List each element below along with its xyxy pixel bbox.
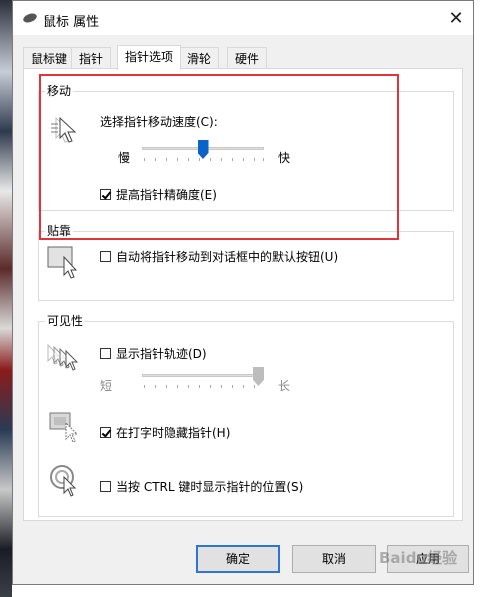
speed-tick [199, 158, 200, 161]
ctrl-location-checkbox[interactable] [100, 481, 111, 492]
trail-tick [188, 385, 189, 388]
snap-group: 贴靠 [38, 223, 454, 301]
mouse-properties-dialog: 鼠标 属性 ✕ 鼠标键 指针 指针选项 滑轮 硬件 移动 选择指针移动速度(C)… [12, 0, 474, 585]
trail-tick [210, 385, 211, 388]
trail-tick [155, 385, 156, 388]
snap-label[interactable]: 自动将指针移动到对话框中的默认按钮(U) [116, 248, 338, 265]
tab-pointers[interactable]: 指针 [71, 47, 112, 69]
fast-label: 快 [278, 151, 291, 165]
speed-tick [232, 158, 233, 161]
motion-group-label: 移动 [45, 83, 74, 99]
tab-buttons[interactable]: 鼠标键 [23, 47, 76, 69]
speed-tick [243, 158, 244, 161]
trail-tick [177, 385, 178, 388]
tab-wheel[interactable]: 滑轮 [179, 47, 220, 69]
slow-label: 慢 [118, 151, 131, 165]
snap-group-label: 贴靠 [45, 223, 74, 239]
speed-tick [144, 158, 145, 161]
speed-tick [263, 158, 264, 161]
hide-while-typing-label[interactable]: 在打字时隐藏指针(H) [116, 424, 230, 441]
baidu-watermark: Baidu经验 [379, 549, 458, 567]
speed-tick [254, 158, 255, 161]
mouse-icon [22, 11, 38, 25]
snap-to-icon [47, 246, 78, 279]
trail-tick [232, 385, 233, 388]
speed-tick [210, 158, 211, 161]
speed-tick [166, 158, 167, 161]
title-bar: 鼠标 属性 ✕ [13, 1, 473, 35]
speed-tick [221, 158, 222, 161]
trail-tick [144, 385, 145, 388]
trails-label[interactable]: 显示指针轨迹(D) [116, 345, 207, 362]
short-label: 短 [100, 379, 113, 393]
trail-tick [243, 385, 244, 388]
hide-while-typing-checkbox[interactable] [100, 427, 111, 438]
pointer-trails-icon [47, 343, 79, 371]
close-icon: ✕ [448, 7, 464, 29]
trail-tick [199, 385, 200, 388]
desktop-background-strip [0, 0, 12, 597]
ok-button[interactable]: 确定 [196, 545, 280, 573]
tab-bar: 鼠标键 指针 指针选项 滑轮 硬件 [13, 45, 473, 70]
speed-label: 选择指针移动速度(C): [100, 115, 218, 129]
precision-label[interactable]: 提高指针精确度(E) [116, 186, 217, 203]
snap-checkbox[interactable] [100, 251, 111, 262]
tab-pointer-options[interactable]: 指针选项 [117, 45, 182, 70]
trail-tick [221, 385, 222, 388]
close-button[interactable]: ✕ [439, 1, 473, 35]
trails-checkbox[interactable] [100, 348, 111, 359]
speed-tick [177, 158, 178, 161]
speed-tick [188, 158, 189, 161]
pointer-speed-icon [51, 116, 77, 143]
precision-checkbox[interactable] [100, 189, 111, 200]
trail-tick [166, 385, 167, 388]
hide-while-typing-icon [49, 412, 79, 443]
long-label: 长 [278, 379, 291, 393]
speed-tick [155, 158, 156, 161]
visibility-group-label: 可见性 [45, 313, 86, 329]
pointer-options-panel: 移动 选择指针移动速度(C): 慢 快 提高指针精确度(E) 贴靠 自动将指针移… [23, 68, 463, 521]
cancel-button[interactable]: 取消 [292, 545, 376, 573]
trail-tick [254, 385, 255, 388]
ctrl-location-label[interactable]: 当按 CTRL 键时显示指针的位置(S) [116, 478, 303, 495]
ctrl-location-icon [50, 465, 77, 497]
tab-hardware[interactable]: 硬件 [227, 47, 268, 69]
window-title: 鼠标 属性 [43, 15, 100, 30]
desktop-right-strip [474, 0, 484, 597]
trail-length-slider-track [142, 374, 264, 377]
